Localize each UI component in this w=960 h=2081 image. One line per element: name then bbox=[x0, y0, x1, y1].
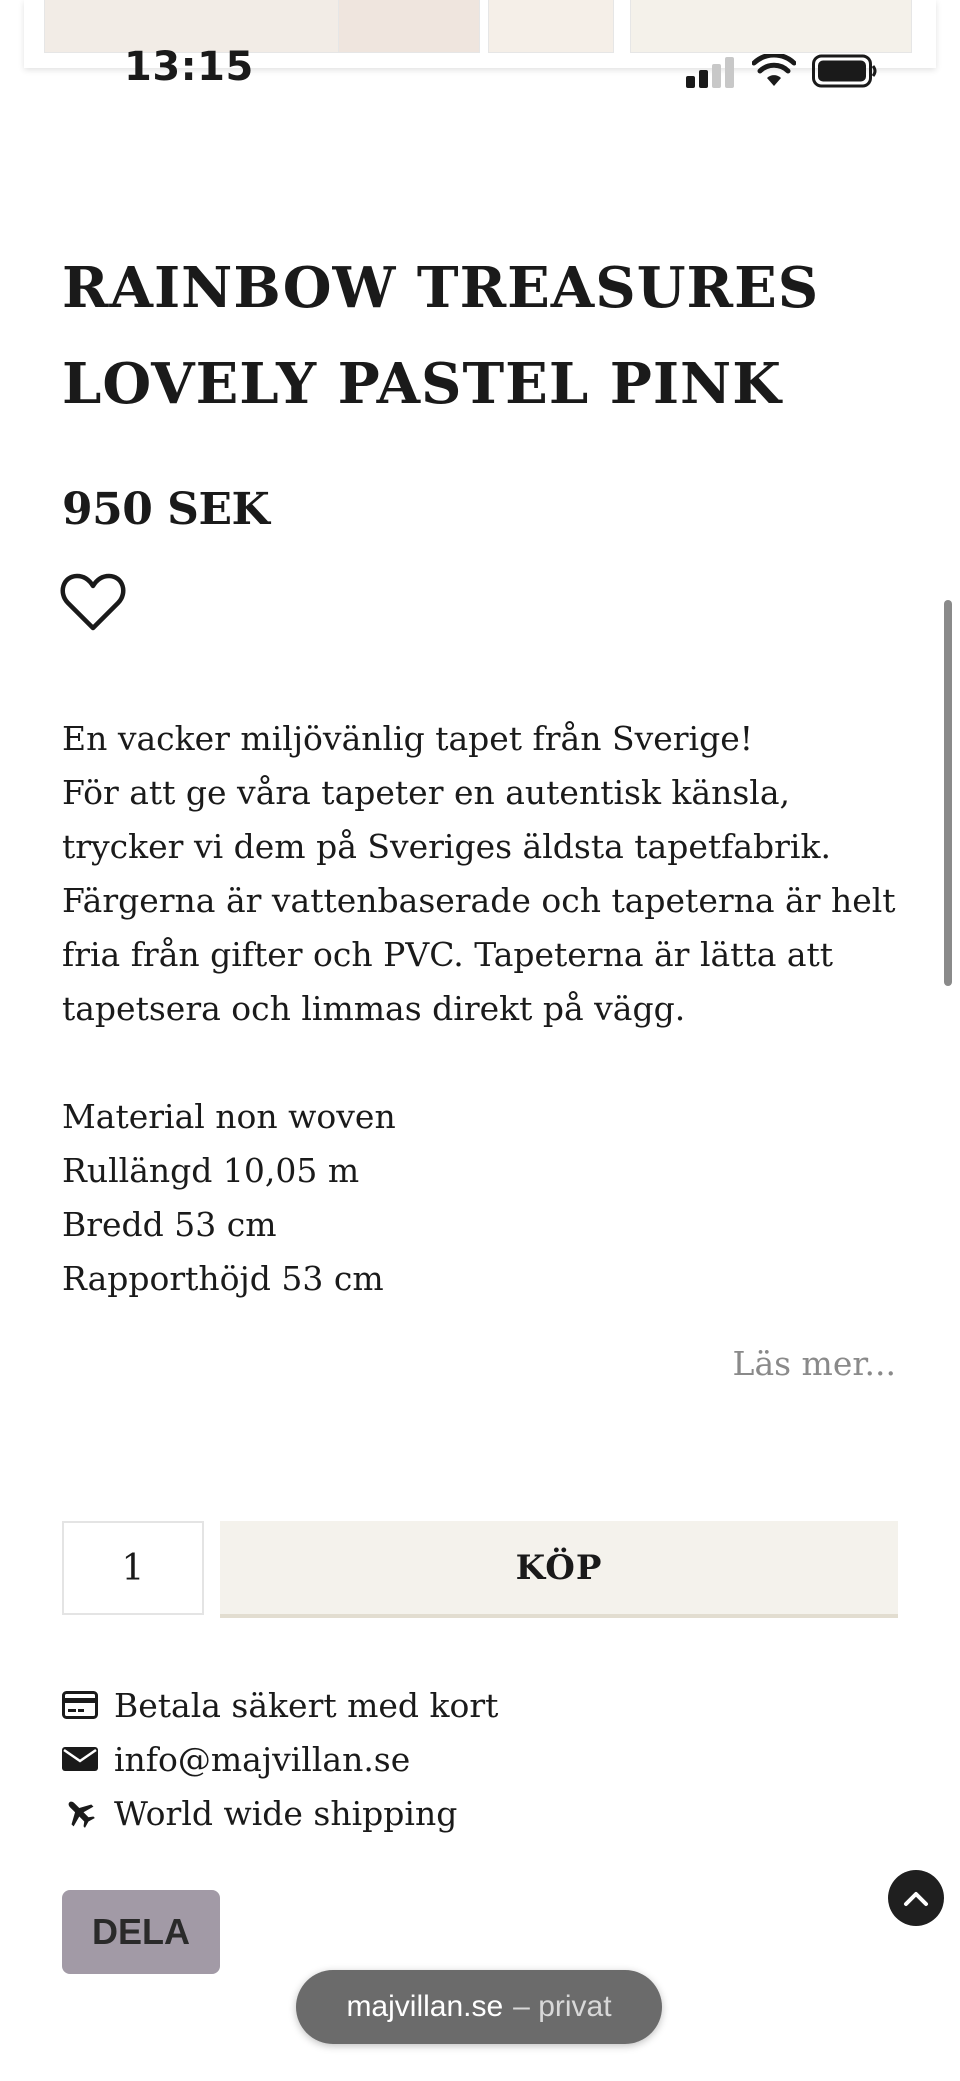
product-description: En vacker miljövänlig tapet från Sverige… bbox=[62, 712, 912, 1036]
product-title-line1: RAINBOW TREASURES bbox=[62, 255, 820, 321]
chevron-up-icon bbox=[904, 1892, 928, 1906]
description-paragraph: För att ge våra tapeter en autentisk kän… bbox=[62, 773, 896, 1028]
airplane-icon bbox=[62, 1798, 98, 1828]
cellular-signal-icon bbox=[686, 56, 736, 88]
scrollbar[interactable] bbox=[944, 600, 952, 986]
description-line: En vacker miljövänlig tapet från Sverige… bbox=[62, 719, 753, 758]
status-bar: 13:15 bbox=[0, 0, 960, 110]
credit-card-icon bbox=[62, 1690, 98, 1720]
scroll-to-top-button[interactable] bbox=[888, 1870, 944, 1926]
buy-button[interactable]: KÖP bbox=[220, 1521, 898, 1618]
spec-width: Bredd 53 cm bbox=[62, 1205, 277, 1244]
read-more-link[interactable]: Läs mer... bbox=[733, 1344, 896, 1383]
spec-roll-length: Rullängd 10,05 m bbox=[62, 1151, 360, 1190]
product-title: RAINBOW TREASURES LOVELY PASTEL PINK bbox=[62, 240, 912, 432]
feature-label: World wide shipping bbox=[114, 1793, 458, 1833]
browser-url-bar[interactable]: majvillan.se – privat bbox=[296, 1970, 662, 2044]
spec-pattern-repeat: Rapporthöjd 53 cm bbox=[62, 1259, 384, 1298]
feature-email: info@majvillan.se bbox=[62, 1732, 762, 1786]
wifi-icon bbox=[752, 54, 796, 86]
feature-label: Betala säkert med kort bbox=[114, 1685, 499, 1725]
feature-shipping: World wide shipping bbox=[62, 1786, 762, 1840]
status-time: 13:15 bbox=[124, 44, 254, 90]
feature-payment: Betala säkert med kort bbox=[62, 1678, 762, 1732]
private-mode-label: – privat bbox=[513, 1990, 612, 2023]
feature-label[interactable]: info@majvillan.se bbox=[114, 1740, 410, 1779]
envelope-icon bbox=[62, 1744, 98, 1774]
url-domain: majvillan.se bbox=[346, 1990, 504, 2023]
product-specs: Material non woven Rullängd 10,05 m Bred… bbox=[62, 1090, 912, 1306]
battery-icon bbox=[812, 54, 877, 88]
product-title-line2: LOVELY PASTEL PINK bbox=[62, 351, 782, 417]
spec-material: Material non woven bbox=[62, 1097, 396, 1136]
product-price: 950 SEK bbox=[62, 484, 270, 535]
quantity-input[interactable]: 1 bbox=[62, 1521, 204, 1615]
share-button[interactable]: DELA bbox=[62, 1890, 220, 1974]
heart-icon[interactable] bbox=[60, 572, 126, 632]
